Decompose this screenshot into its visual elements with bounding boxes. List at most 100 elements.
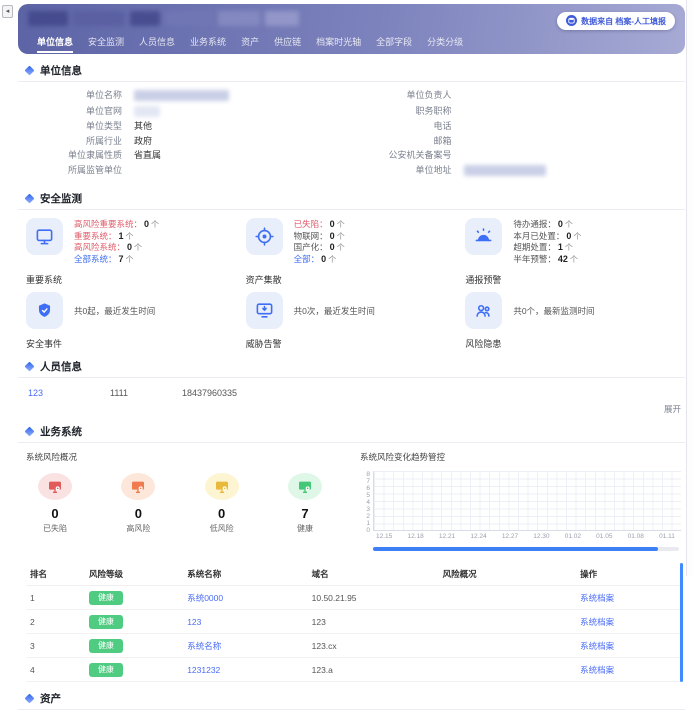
collapse-panel-button[interactable]: ◂ <box>2 5 13 18</box>
tab-supply-chain[interactable]: 供应链 <box>274 35 301 53</box>
shield-icon <box>26 292 63 329</box>
card-label: 风险隐患 <box>465 337 685 350</box>
stat-value: 7 <box>288 506 322 521</box>
card-label: 安全事件 <box>26 337 246 350</box>
radar-icon <box>246 218 283 255</box>
stat-label: 国产化： <box>294 242 328 252</box>
stat-label: 低风险 <box>205 523 239 534</box>
stat-label: 半年预警： <box>513 254 556 264</box>
stat-label: 重要系统： <box>74 231 117 241</box>
field-label: 所属监管单位 <box>22 165 122 176</box>
unit-info-fields: 单位名称 单位负责人 单位官网 职务职称 单位类型其他 电话 所属行业政府 邮箱… <box>18 82 685 182</box>
section-label: 人员信息 <box>40 359 82 374</box>
page-scrollbar-rail[interactable] <box>686 0 693 576</box>
diamond-icon <box>25 66 35 76</box>
tab-business-systems[interactable]: 业务系统 <box>190 35 226 53</box>
event-summary: 共0起，最近发生时间 <box>74 305 155 317</box>
field-label: 电话 <box>352 121 452 131</box>
field-value: 政府 <box>134 136 152 146</box>
system-archive-link[interactable]: 系统档案 <box>580 665 614 675</box>
stat-healthy: 7 健康 <box>288 473 322 534</box>
alarm-icon <box>465 218 502 255</box>
system-name-link[interactable]: 系统名称 <box>187 641 221 651</box>
table-row: 2 健康 123 123 系统档案 <box>26 610 681 634</box>
card-label: 资产集散 <box>246 273 466 286</box>
tab-personnel-info[interactable]: 人员信息 <box>139 35 175 53</box>
personnel-row: 123 1111 18437960335 <box>18 378 685 398</box>
card-asset-detection: 已失陷：0个 物联网：0个 国产化：0个 全部：0个 资产集散 <box>246 218 466 286</box>
diamond-icon <box>25 194 35 204</box>
tab-classification[interactable]: 分类分级 <box>427 35 463 53</box>
section-label: 单位信息 <box>40 63 82 78</box>
system-name-link[interactable]: 123 <box>187 617 201 627</box>
tab-all-fields[interactable]: 全部字段 <box>376 35 412 53</box>
system-archive-link[interactable]: 系统档案 <box>580 593 614 603</box>
section-title-business: 业务系统 <box>26 424 685 439</box>
tab-security-monitor[interactable]: 安全监测 <box>88 35 124 53</box>
data-source-button[interactable]: 数据来自 档案-人工填报 <box>557 12 675 30</box>
table-row: 4 健康 1231232 123.a 系统档案 <box>26 658 681 682</box>
risk-overview-panel: 系统风险概况 0 已失陷 0 高风险 0 低风险 <box>26 451 344 551</box>
field-label: 单位隶属性质 <box>22 150 122 160</box>
stat-label: 全部： <box>294 254 320 264</box>
panel-title: 系统风险概况 <box>26 451 344 463</box>
tab-assets[interactable]: 资产 <box>241 35 259 53</box>
diamond-icon <box>25 362 35 372</box>
table-scrollbar[interactable] <box>680 563 683 682</box>
system-name-link[interactable]: 1231232 <box>187 665 220 675</box>
person-position: 1111 <box>110 388 182 398</box>
card-label: 重要系统 <box>26 273 246 286</box>
col-actions: 操作 <box>576 563 681 586</box>
person-name-link[interactable]: 123 <box>28 388 110 398</box>
field-value: 省直属 <box>134 150 161 160</box>
alert-monitor-icon <box>246 292 283 329</box>
system-archive-link[interactable]: 系统档案 <box>580 641 614 651</box>
stat-label: 高风险重要系统： <box>74 219 142 229</box>
header-banner: 数据来自 档案-人工填报 单位信息 安全监测 人员信息 业务系统 资产 供应链 … <box>18 4 685 54</box>
expand-link[interactable]: 展开 <box>18 398 685 415</box>
stat-label: 高风险系统： <box>74 242 125 252</box>
chart-scrollbar[interactable] <box>373 547 658 551</box>
status-badge: 健康 <box>89 591 123 605</box>
field-label: 邮箱 <box>352 136 452 146</box>
monitor-icon <box>26 218 63 255</box>
stat-value: 0 <box>205 506 239 521</box>
field-value: 其他 <box>134 121 152 131</box>
diamond-icon <box>25 694 35 704</box>
archive-detail-panel: 数据来自 档案-人工填报 单位信息 安全监测 人员信息 业务系统 资产 供应链 … <box>18 4 685 576</box>
stat-label: 已失陷： <box>294 219 328 229</box>
x-axis: 12.1512.18 12.2112.24 12.2712.30 01.0201… <box>376 533 675 540</box>
card-threat-alerts: 共0次，最近发生时间 威胁告警 <box>246 292 466 350</box>
redacted-value <box>464 165 546 176</box>
stat-label: 超期处置： <box>513 242 556 252</box>
stat-label: 本月已处置： <box>513 231 564 241</box>
section-title-unit-info: 单位信息 <box>26 63 685 78</box>
event-summary: 共0次，最近发生时间 <box>294 305 375 317</box>
stat-low-risk: 0 低风险 <box>205 473 239 534</box>
status-badge: 健康 <box>89 615 123 629</box>
table-row: 1 健康 系统0000 10.50.21.95 系统档案 <box>26 586 681 610</box>
card-label: 通报预警 <box>465 273 685 286</box>
system-name-link[interactable]: 系统0000 <box>187 593 223 603</box>
people-icon <box>465 292 502 329</box>
chart-title: 系统风险变化趋势管控 <box>360 451 681 463</box>
field-label: 单位地址 <box>352 165 452 176</box>
stat-value: 0 <box>38 506 72 521</box>
field-label: 职务职称 <box>352 106 452 117</box>
status-badge: 健康 <box>89 639 123 653</box>
stat-label: 待办通报： <box>513 219 556 229</box>
risk-trend-panel: 系统风险变化趋势管控 87 65 43 21 0 12.1512.18 12.2… <box>360 451 681 551</box>
field-label: 单位类型 <box>22 121 122 131</box>
data-source-label: 数据来自 档案-人工填报 <box>581 16 666 27</box>
redacted-value <box>134 106 160 117</box>
system-archive-link[interactable]: 系统档案 <box>580 617 614 627</box>
tab-unit-info[interactable]: 单位信息 <box>37 35 73 53</box>
tab-archive-timeline[interactable]: 档案时光轴 <box>316 35 361 53</box>
col-risk-level: 风险等级 <box>85 563 183 586</box>
redacted-value <box>134 90 229 101</box>
diamond-icon <box>25 427 35 437</box>
stat-label: 高风险 <box>121 523 155 534</box>
field-label: 所属行业 <box>22 136 122 146</box>
section-label: 业务系统 <box>40 424 82 439</box>
y-axis: 87 65 43 21 0 <box>360 471 373 531</box>
